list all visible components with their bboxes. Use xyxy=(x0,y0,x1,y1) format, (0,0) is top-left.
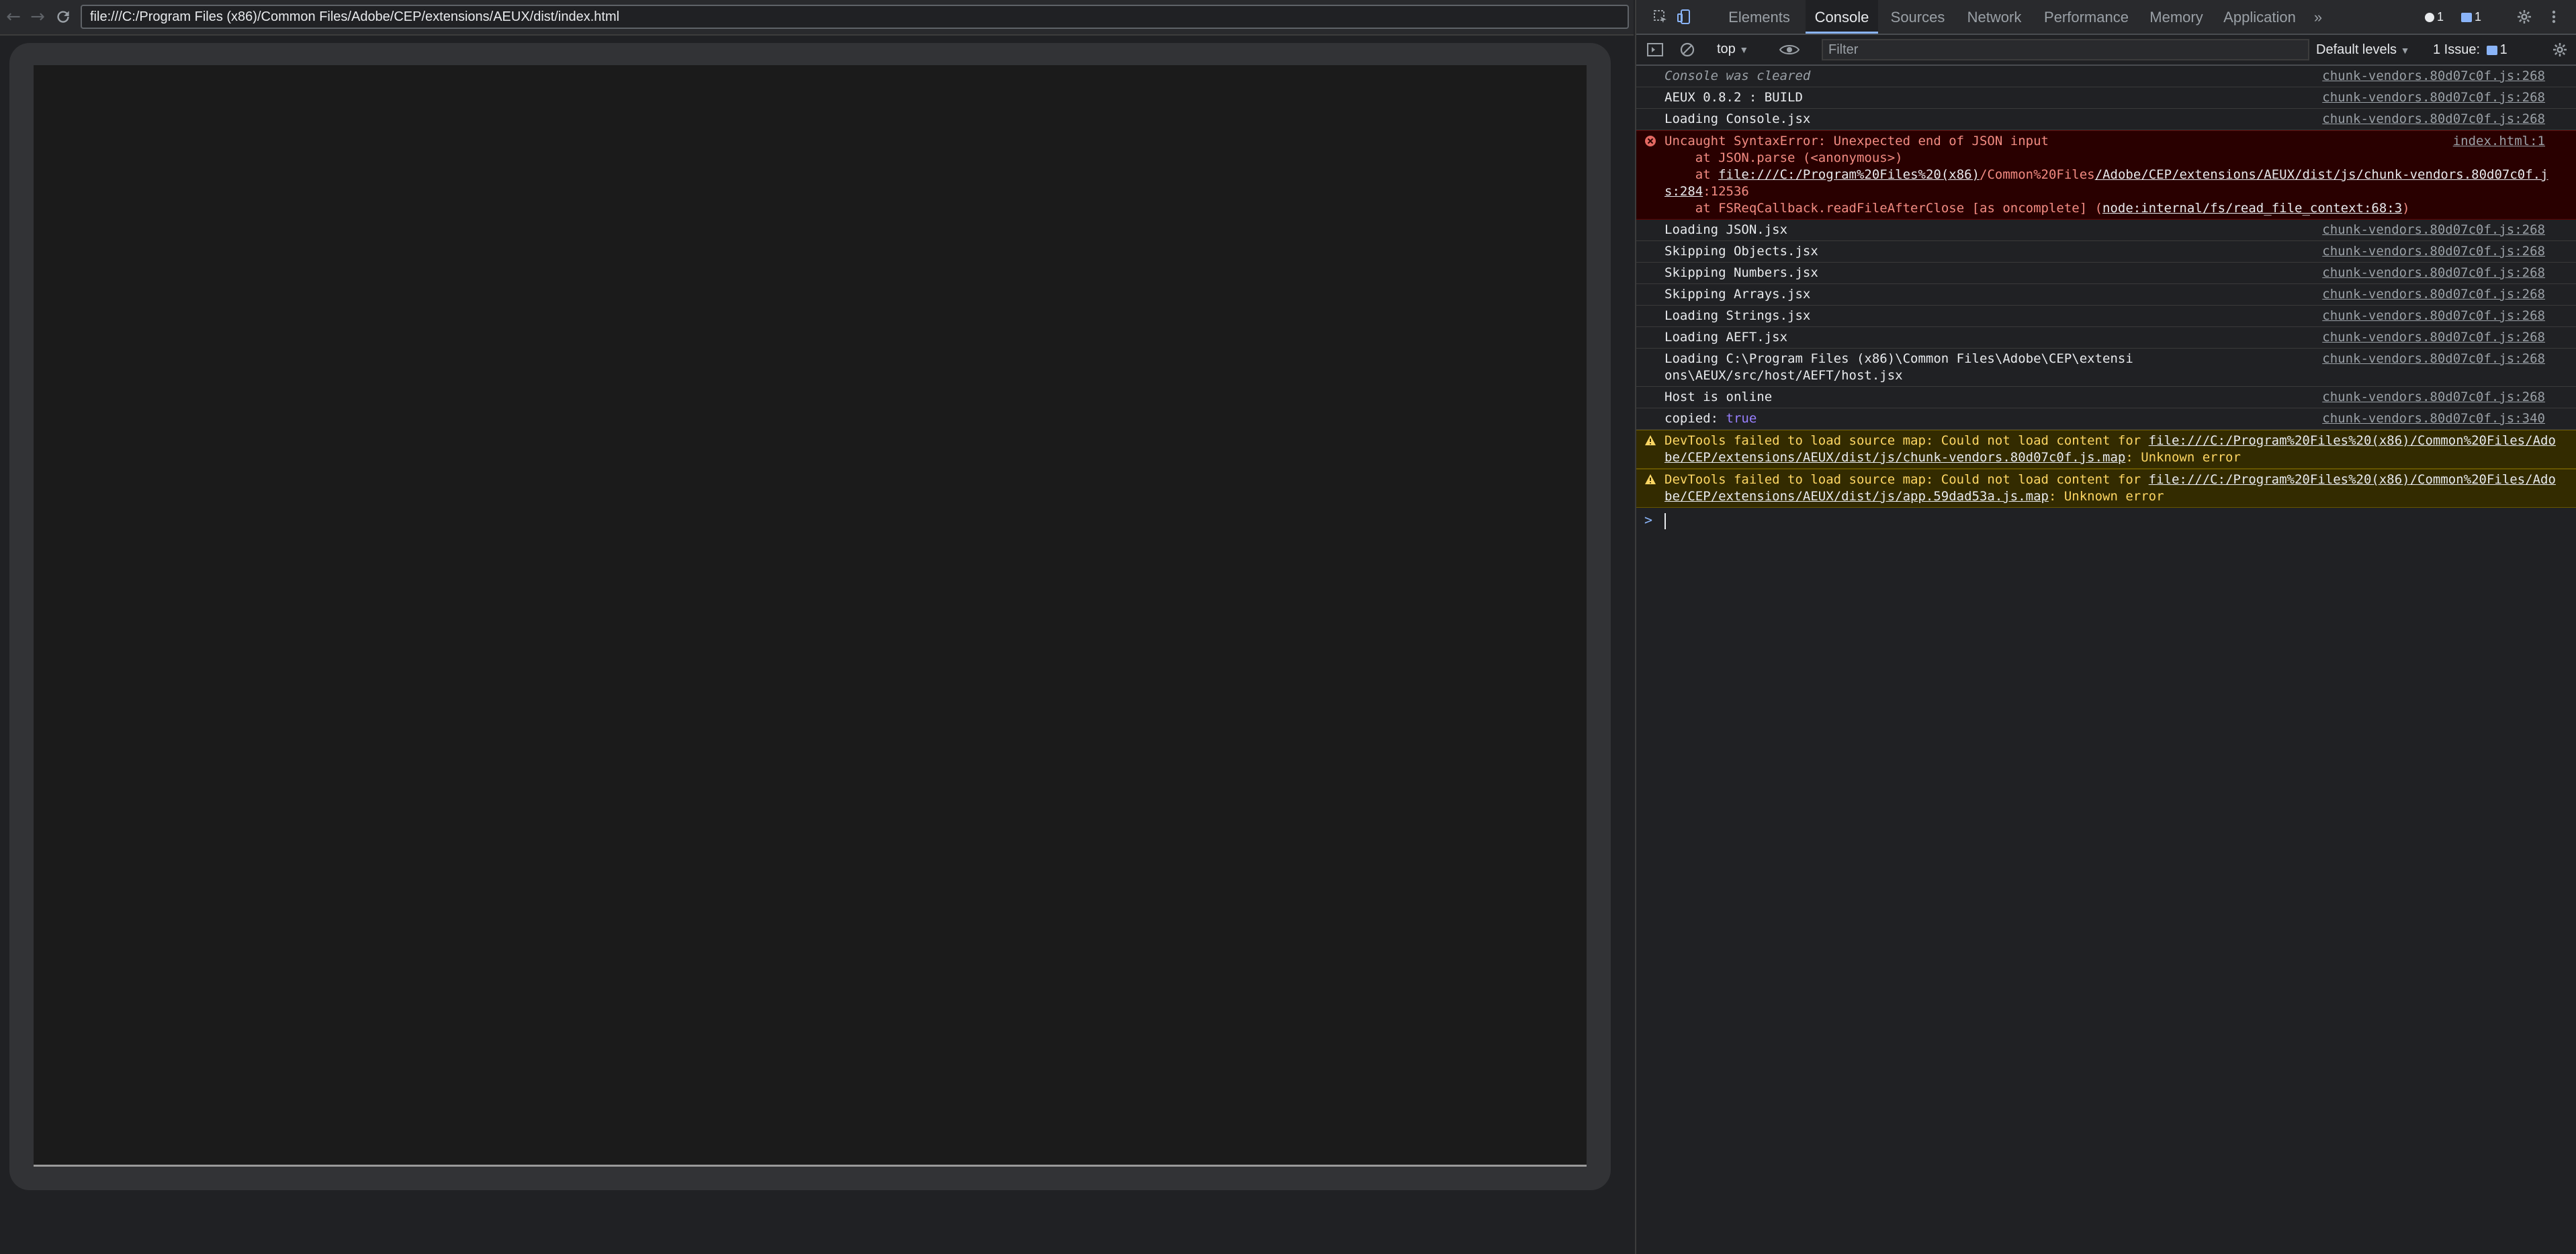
console-output: Console was cleared chunk-vendors.80d07c… xyxy=(1636,66,2576,535)
devtools-tab-bar: Elements Console Sources Network Perform… xyxy=(1636,0,2576,35)
source-link[interactable]: chunk-vendors.80d07c0f.js:268 xyxy=(2322,308,2545,324)
warning-icon xyxy=(1645,474,1656,484)
source-link[interactable]: chunk-vendors.80d07c0f.js:268 xyxy=(2322,351,2545,367)
reload-icon[interactable] xyxy=(52,5,74,28)
source-link[interactable]: chunk-vendors.80d07c0f.js:268 xyxy=(2322,111,2545,128)
stack-link[interactable]: file:///C:/Program%20Files%20(x86) xyxy=(1718,167,1980,182)
forward-icon[interactable]: → xyxy=(27,5,48,28)
console-warning-message: DevTools failed to load source map: Coul… xyxy=(1636,469,2576,508)
message-icon xyxy=(2461,13,2472,23)
source-link[interactable]: chunk-vendors.80d07c0f.js:268 xyxy=(2322,68,2545,85)
devtools-pane: Elements Console Sources Network Perform… xyxy=(1635,0,2576,1254)
console-toolbar: top ▼ Filter Default levels ▼ 1 Issue: 1 xyxy=(1636,35,2576,66)
extension-panel xyxy=(34,65,1587,1167)
tab-elements[interactable]: Elements xyxy=(1717,0,1802,34)
more-tabs-icon[interactable]: » xyxy=(2308,0,2328,34)
console-message: Skipping Objects.jsx chunk-vendors.80d07… xyxy=(1636,241,2576,263)
back-icon[interactable]: ← xyxy=(3,5,24,28)
console-message: Skipping Arrays.jsx chunk-vendors.80d07c… xyxy=(1636,284,2576,306)
kebab-menu-icon[interactable] xyxy=(2543,6,2565,28)
dropdown-arrow-icon: ▼ xyxy=(2400,45,2410,56)
message-count-badge[interactable]: 1 xyxy=(2461,8,2495,26)
inspect-element-icon[interactable] xyxy=(1650,6,1671,28)
error-icon xyxy=(1645,136,1656,146)
tab-memory[interactable]: Memory xyxy=(2141,0,2211,34)
console-error-message: Uncaught SyntaxError: Unexpected end of … xyxy=(1636,130,2576,220)
sidebar-toggle-icon[interactable] xyxy=(1646,40,1664,59)
clear-console-icon[interactable] xyxy=(1678,40,1697,59)
console-message: Host is online chunk-vendors.80d07c0f.js… xyxy=(1636,387,2576,408)
console-message: Loading AEFT.jsx chunk-vendors.80d07c0f.… xyxy=(1636,327,2576,349)
tab-network[interactable]: Network xyxy=(1957,0,2031,34)
console-message: Loading Strings.jsx chunk-vendors.80d07c… xyxy=(1636,306,2576,327)
source-link[interactable]: chunk-vendors.80d07c0f.js:268 xyxy=(2322,286,2545,303)
issue-icon xyxy=(2486,45,2497,55)
tab-sources[interactable]: Sources xyxy=(1883,0,1952,34)
tab-application[interactable]: Application xyxy=(2217,0,2303,34)
source-link[interactable]: chunk-vendors.80d07c0f.js:268 xyxy=(2322,89,2545,106)
browser-pane: ← → file:///C:/Program Files (x86)/Commo… xyxy=(0,0,1634,1254)
stack-link[interactable]: node:internal/fs/read_file_context:68:3 xyxy=(2102,201,2402,216)
console-message: Loading Console.jsx chunk-vendors.80d07c… xyxy=(1636,109,2576,130)
settings-gear-icon[interactable] xyxy=(2514,6,2535,28)
console-message: Loading C:\Program Files (x86)\Common Fi… xyxy=(1636,349,2576,387)
console-message: AEUX 0.8.2 : BUILD chunk-vendors.80d07c0… xyxy=(1636,87,2576,109)
address-bar: ← → file:///C:/Program Files (x86)/Commo… xyxy=(0,0,1634,36)
extension-frame xyxy=(9,43,1611,1190)
console-message: Loading JSON.jsx chunk-vendors.80d07c0f.… xyxy=(1636,220,2576,241)
source-link[interactable]: index.html:1 xyxy=(2453,133,2545,150)
source-link[interactable]: chunk-vendors.80d07c0f.js:340 xyxy=(2322,410,2545,427)
context-selector[interactable]: top ▼ xyxy=(1717,39,1764,59)
source-link[interactable]: chunk-vendors.80d07c0f.js:268 xyxy=(2322,329,2545,346)
console-warning-message: DevTools failed to load source map: Coul… xyxy=(1636,430,2576,469)
warning-icon xyxy=(1645,435,1656,445)
source-link[interactable]: chunk-vendors.80d07c0f.js:268 xyxy=(2322,265,2545,281)
console-message: copied: true chunk-vendors.80d07c0f.js:3… xyxy=(1636,408,2576,430)
device-toolbar-icon[interactable] xyxy=(1674,6,1695,28)
error-dot-icon xyxy=(2425,13,2434,23)
console-prompt-input[interactable]: > xyxy=(1636,508,2576,535)
log-levels-dropdown[interactable]: Default levels ▼ xyxy=(2316,39,2424,60)
filter-input[interactable]: Filter xyxy=(1822,39,2309,60)
console-message: Console was cleared chunk-vendors.80d07c… xyxy=(1636,66,2576,87)
console-message: Skipping Numbers.jsx chunk-vendors.80d07… xyxy=(1636,263,2576,284)
source-link[interactable]: chunk-vendors.80d07c0f.js:268 xyxy=(2322,243,2545,260)
live-expression-eye-icon[interactable] xyxy=(1777,40,1802,59)
text-cursor xyxy=(1664,513,1666,529)
console-settings-gear-icon[interactable] xyxy=(2550,40,2570,59)
tab-console[interactable]: Console xyxy=(1806,0,1878,34)
dropdown-arrow-icon: ▼ xyxy=(1739,44,1749,55)
source-link[interactable]: chunk-vendors.80d07c0f.js:268 xyxy=(2322,389,2545,406)
error-count-badge[interactable]: 1 xyxy=(2425,8,2452,26)
issues-button[interactable]: 1 Issue: 1 xyxy=(2433,39,2534,60)
prompt-chevron-icon: > xyxy=(1644,512,1653,528)
source-link[interactable]: chunk-vendors.80d07c0f.js:268 xyxy=(2322,222,2545,238)
tab-performance[interactable]: Performance xyxy=(2037,0,2136,34)
url-input[interactable]: file:///C:/Program Files (x86)/Common Fi… xyxy=(81,5,1629,29)
